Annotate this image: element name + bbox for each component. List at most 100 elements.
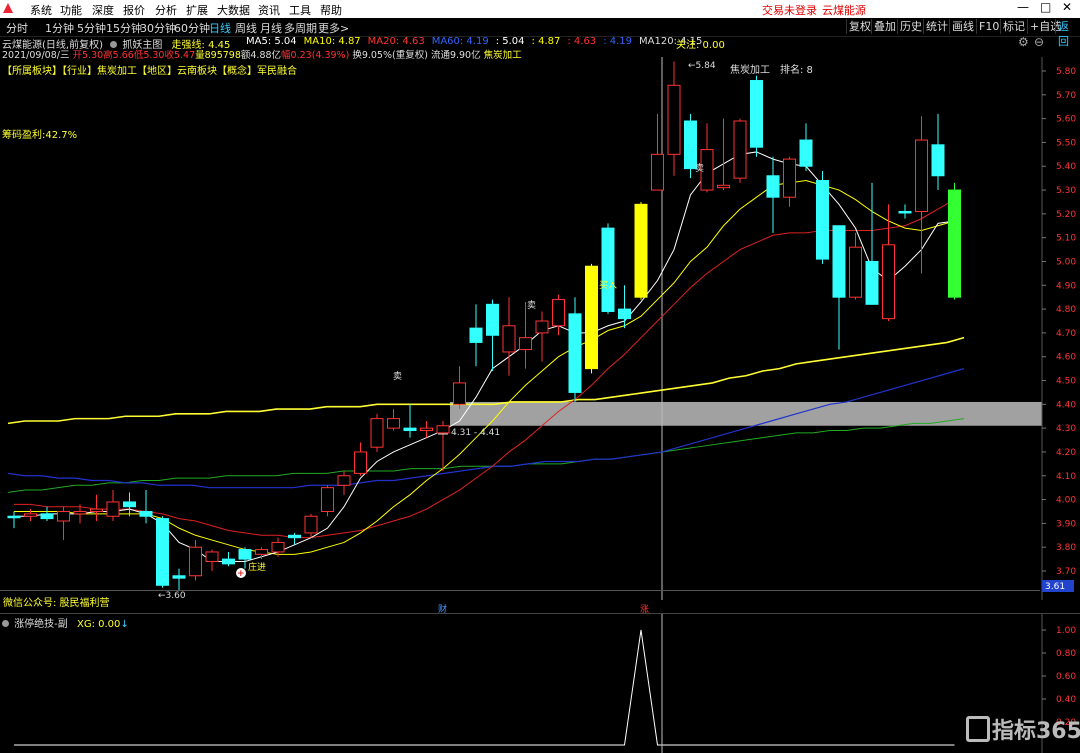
candle-body bbox=[634, 203, 648, 298]
candle-body bbox=[898, 210, 912, 214]
ma20-line bbox=[14, 199, 955, 539]
price-axis-label: 4.90 bbox=[1056, 281, 1076, 291]
tab-60min[interactable]: 60分钟 bbox=[174, 20, 210, 36]
candle-body bbox=[486, 303, 499, 336]
ma-legend-item: MA5: 5.04 bbox=[246, 36, 297, 47]
collapse-icon[interactable]: ⊖ bbox=[1034, 35, 1044, 49]
candle-body bbox=[453, 382, 466, 405]
tab-weekly[interactable]: 周线 bbox=[235, 20, 257, 36]
candle-body bbox=[172, 575, 186, 579]
candle-body bbox=[832, 225, 846, 298]
login-status[interactable]: 交易未登录 bbox=[762, 2, 817, 18]
price-axis-label: 3.90 bbox=[1056, 519, 1076, 529]
price-axis-label: 4.10 bbox=[1056, 472, 1076, 482]
candle-body bbox=[106, 501, 120, 517]
candle-body bbox=[618, 308, 631, 320]
wechat-label: 微信公众号: 股民福利营 bbox=[3, 598, 110, 609]
candle-body bbox=[57, 510, 70, 522]
candle-body bbox=[271, 541, 285, 553]
menu-help[interactable]: 帮助 bbox=[320, 2, 342, 18]
candle-body bbox=[552, 299, 565, 327]
menu-depth[interactable]: 深度 bbox=[92, 2, 114, 18]
candle-body bbox=[420, 427, 433, 432]
candle-body bbox=[502, 325, 516, 353]
range-label: 4.31 - 4.41 bbox=[451, 428, 500, 438]
price-axis-label: 5.10 bbox=[1056, 234, 1076, 244]
candle-body bbox=[783, 158, 796, 198]
ma10-line bbox=[14, 180, 955, 555]
watermark: 指标365 bbox=[966, 713, 1080, 745]
sub-indicator-chart[interactable]: 1.000.800.600.400.20 bbox=[0, 614, 1080, 753]
price-axis-label: 5.50 bbox=[1056, 138, 1076, 148]
menu-analysis[interactable]: 分析 bbox=[155, 2, 177, 18]
price-axis-label: 5.70 bbox=[1056, 91, 1076, 101]
tab-15min[interactable]: 15分钟 bbox=[106, 20, 142, 36]
chart-divider bbox=[0, 590, 1040, 591]
mark-button[interactable]: 标记 bbox=[1000, 19, 1027, 34]
sub-axis-label: 1.00 bbox=[1056, 626, 1076, 636]
price-axis-label: 4.20 bbox=[1056, 448, 1076, 458]
candle-body bbox=[469, 327, 483, 343]
sell-marker-2: 卖 bbox=[527, 300, 536, 311]
candle-body bbox=[90, 508, 103, 512]
tab-daily[interactable]: 日线 bbox=[209, 20, 231, 36]
back-button[interactable]: 返回 bbox=[1055, 19, 1080, 48]
candle-body bbox=[403, 427, 417, 432]
maximize-icon[interactable]: □ bbox=[1040, 0, 1051, 14]
ma-legend-item: : 4.63 bbox=[567, 36, 597, 47]
candle-body bbox=[585, 265, 598, 370]
candle-body bbox=[73, 510, 87, 515]
rank-label: 排名: 8 bbox=[780, 63, 813, 76]
current-price-label: 3.61 bbox=[1045, 582, 1065, 592]
candle-body bbox=[370, 418, 384, 448]
price-axis-label: 3.80 bbox=[1056, 543, 1076, 553]
tab-more[interactable]: 更多> bbox=[318, 20, 349, 36]
watermark-text: 指标365 bbox=[992, 719, 1080, 744]
menu-news[interactable]: 资讯 bbox=[258, 2, 280, 18]
candle-body bbox=[354, 451, 367, 474]
candle-body bbox=[123, 501, 136, 508]
menu-bar: 系统 功能 深度 报价 分析 扩展 大数据 资讯 工具 帮助 交易未登录 云煤能… bbox=[0, 0, 1080, 18]
stats-button[interactable]: 统计 bbox=[923, 19, 950, 34]
candle-body bbox=[651, 153, 664, 191]
history-button[interactable]: 历史 bbox=[897, 19, 924, 34]
app-logo-icon bbox=[3, 3, 13, 13]
draw-line-button[interactable]: 画线 bbox=[949, 19, 976, 34]
price-axis-label: 5.60 bbox=[1056, 115, 1076, 125]
tab-1min[interactable]: 1分钟 bbox=[45, 20, 74, 36]
candle-body bbox=[139, 510, 153, 517]
minimize-icon[interactable]: — bbox=[1017, 0, 1029, 14]
overlay-button[interactable]: 叠加 bbox=[871, 19, 898, 34]
price-axis-label: 5.00 bbox=[1056, 257, 1076, 267]
candle-body bbox=[750, 80, 763, 148]
candle-body bbox=[337, 475, 351, 486]
ma5-line bbox=[14, 151, 955, 562]
candle-body bbox=[882, 244, 895, 320]
candle-body bbox=[288, 534, 301, 539]
candle-body bbox=[156, 518, 169, 586]
low-price-label: ←3.60 bbox=[158, 591, 186, 600]
menu-function[interactable]: 功能 bbox=[60, 2, 82, 18]
tab-minute-chart[interactable]: 分时 bbox=[6, 20, 28, 36]
tab-30min[interactable]: 30分钟 bbox=[140, 20, 176, 36]
menu-extend[interactable]: 扩展 bbox=[186, 2, 208, 18]
price-axis-label: 4.00 bbox=[1056, 496, 1076, 506]
menu-quote[interactable]: 报价 bbox=[123, 2, 145, 18]
tab-monthly[interactable]: 月线 bbox=[260, 20, 282, 36]
tab-multi-period[interactable]: 多周期 bbox=[284, 20, 317, 36]
sell-marker-1: 卖 bbox=[393, 371, 402, 382]
menu-tools[interactable]: 工具 bbox=[289, 2, 311, 18]
candle-body bbox=[189, 546, 202, 577]
candle-body bbox=[915, 139, 928, 212]
menu-system[interactable]: 系统 bbox=[30, 2, 52, 18]
peak-price-label: ←5.84 bbox=[688, 61, 716, 71]
main-price-chart[interactable]: 5.80 5.70 5.60 5.50 5.40 5.30 5.20 5.10 5.00 4.90… bbox=[0, 57, 1080, 600]
f10-button[interactable]: F10 bbox=[976, 19, 1001, 34]
tab-5min[interactable]: 5分钟 bbox=[77, 20, 106, 36]
sub-axis-label: 0.80 bbox=[1056, 649, 1076, 659]
plus-icon: + bbox=[237, 569, 245, 579]
menu-bigdata[interactable]: 大数据 bbox=[217, 2, 250, 18]
fuquan-button[interactable]: 复权 bbox=[846, 19, 873, 34]
settings-icon[interactable]: ⚙ bbox=[1018, 35, 1029, 49]
close-icon[interactable]: ✕ bbox=[1062, 0, 1072, 14]
